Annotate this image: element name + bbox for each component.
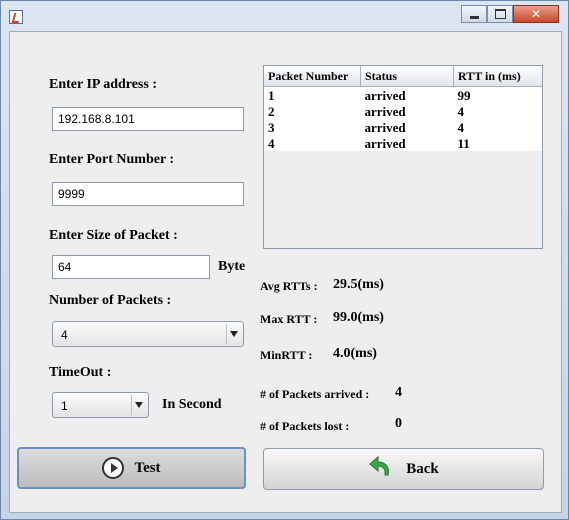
ip-input[interactable]: 192.168.8.101 [52, 107, 244, 131]
avg-rtt-label: Avg RTTs : [260, 279, 318, 293]
packet-size-unit: Byte [218, 259, 246, 274]
max-rtt-label: Max RTT : [260, 312, 318, 326]
packet-size-input[interactable]: 64 [52, 255, 210, 279]
minimize-button[interactable] [461, 5, 487, 23]
table-row[interactable]: 1 arrived 99 [264, 86, 542, 103]
table-header-row: Packet Number Status RTT in (ms) [264, 66, 542, 87]
packet-count-select[interactable]: 4 [52, 321, 244, 347]
chevron-down-icon[interactable] [226, 324, 241, 344]
column-header-rtt[interactable]: RTT in (ms) [453, 66, 542, 87]
close-button[interactable]: ✕ [513, 5, 559, 23]
port-input[interactable]: 9999 [52, 182, 244, 206]
window-controls: ✕ [461, 5, 559, 23]
back-button[interactable]: Back [263, 448, 544, 490]
packet-size-label: Enter Size of Packet : [49, 228, 178, 243]
port-label: Enter Port Number : [49, 152, 175, 167]
table-cell: arrived [360, 119, 454, 135]
max-rtt-value: 99.0(ms) [333, 310, 384, 325]
table-cell: arrived [360, 86, 454, 103]
packets-lost-value: 0 [395, 416, 402, 431]
table-cell: 11 [453, 135, 542, 151]
results-table[interactable]: Packet Number Status RTT in (ms) 1 arriv… [263, 65, 543, 249]
avg-rtt-value: 29.5(ms) [333, 277, 384, 292]
table-row[interactable]: 4 arrived 11 [264, 135, 542, 151]
table-cell: 4 [453, 103, 542, 119]
packet-count-label: Number of Packets : [49, 293, 172, 308]
table-cell: 4 [453, 119, 542, 135]
packet-count-value: 4 [61, 328, 68, 342]
min-rtt-value: 4.0(ms) [333, 346, 377, 361]
table-cell: arrived [360, 135, 454, 151]
maximize-button[interactable] [487, 5, 513, 23]
min-rtt-label: MinRTT : [260, 348, 313, 362]
test-button[interactable]: Test [17, 447, 246, 489]
table-cell: arrived [360, 103, 454, 119]
main-panel: Enter IP address : 192.168.8.101 Enter P… [9, 31, 562, 513]
test-button-label: Test [134, 459, 161, 476]
back-button-label: Back [406, 460, 439, 477]
packets-arrived-value: 4 [395, 385, 402, 400]
app-window: ✕ Enter IP address : 192.168.8.101 Enter… [0, 0, 569, 520]
timeout-value: 1 [61, 399, 68, 413]
table-cell: 3 [264, 119, 361, 135]
timeout-label: TimeOut : [49, 365, 112, 380]
back-arrow-icon [368, 455, 394, 484]
table-cell: 2 [264, 103, 361, 119]
column-header-status[interactable]: Status [360, 66, 454, 87]
table-cell: 1 [264, 86, 361, 103]
timeout-select[interactable]: 1 [52, 392, 149, 418]
ip-label: Enter IP address : [49, 77, 157, 92]
packets-arrived-label: # of Packets arrived : [260, 387, 370, 401]
packets-lost-label: # of Packets lost : [260, 419, 350, 433]
table-cell: 99 [453, 86, 542, 103]
chevron-down-icon[interactable] [131, 395, 146, 415]
table-row[interactable]: 3 arrived 4 [264, 119, 542, 135]
column-header-packet-number[interactable]: Packet Number [264, 66, 361, 87]
table-cell: 4 [264, 135, 361, 151]
table-row[interactable]: 2 arrived 4 [264, 103, 542, 119]
maximize-icon [494, 9, 506, 19]
close-icon: ✕ [530, 7, 542, 21]
timeout-unit: In Second [162, 397, 222, 412]
play-icon [102, 457, 125, 479]
title-bar[interactable]: ✕ [1, 1, 568, 31]
minimize-icon [469, 15, 479, 19]
java-cup-icon [9, 10, 23, 24]
